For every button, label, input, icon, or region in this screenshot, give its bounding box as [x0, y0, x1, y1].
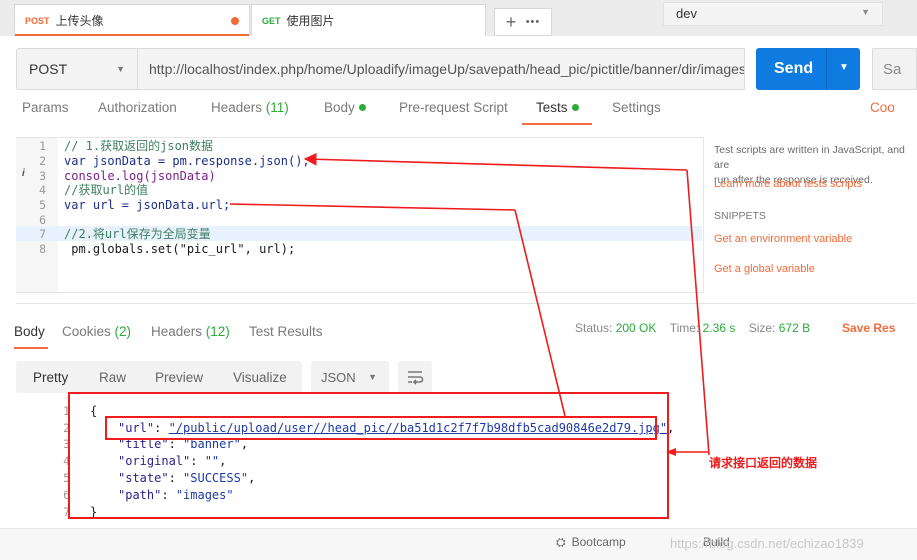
watermark-text: https://blog.csdn.net/echizao1839: [670, 536, 864, 551]
bootcamp-icon: ⛭: [556, 535, 566, 549]
annotation-arrows: [229, 152, 710, 456]
bootcamp-label: Bootcamp: [571, 535, 626, 549]
bootcamp-link[interactable]: ⛭ Bootcamp: [556, 535, 626, 550]
annotation-label: 请求接口返回的数据: [709, 456, 818, 470]
